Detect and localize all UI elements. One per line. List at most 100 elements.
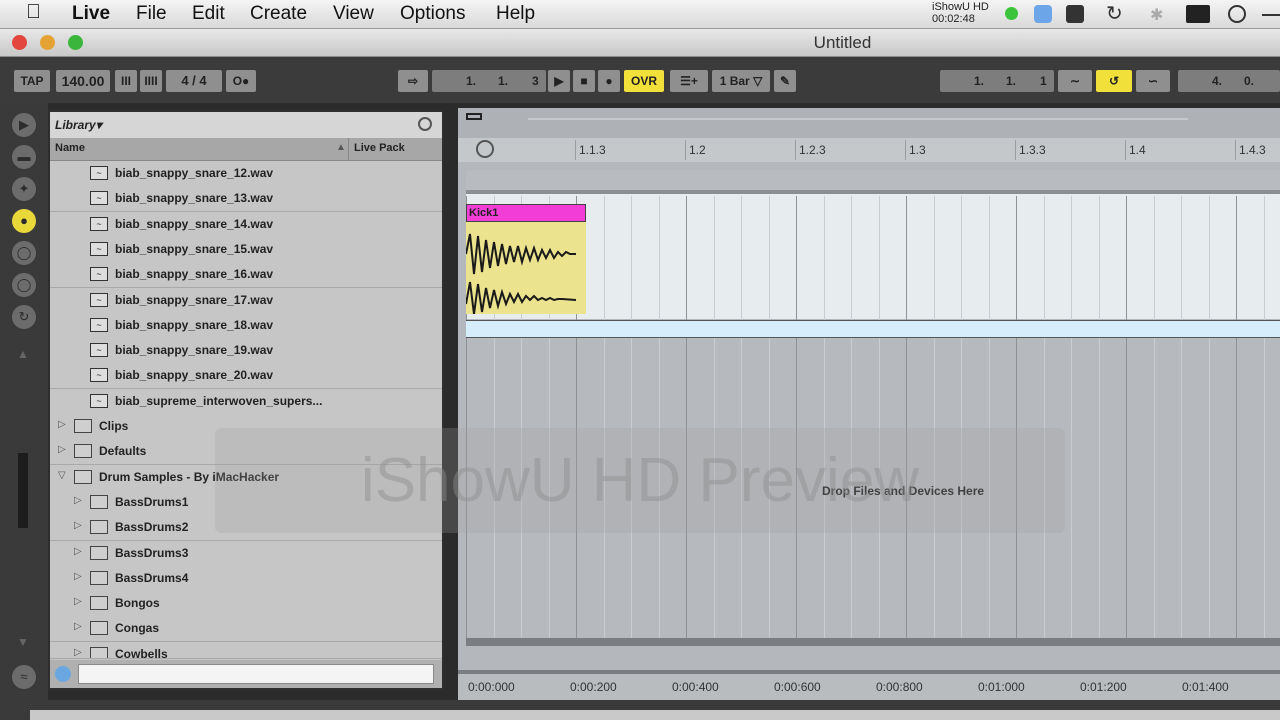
column-divider[interactable]	[348, 138, 349, 160]
sync-icon[interactable]: ↻	[1106, 4, 1124, 24]
punch-in-button[interactable]: ∼	[1058, 70, 1092, 92]
subfolder-row[interactable]: ▷ BassDrums3	[50, 540, 442, 567]
devices-browser-icon[interactable]: ▬	[12, 145, 36, 169]
quantize-value: 1 Bar	[719, 74, 750, 88]
subfolder-row[interactable]: ▷ Congas	[50, 616, 442, 643]
draw-mode-pencil-icon[interactable]: ✎	[774, 70, 796, 92]
chevron-down-icon: ▾	[95, 118, 102, 132]
chevron-right-icon[interactable]: ▷	[74, 495, 82, 506]
arrangement-view: 1.1.3 1.2 1.2.3 1.3 1.3.3 1.4 1.4.3 0:00:000 0:0…	[458, 108, 1280, 702]
overdub-button[interactable]: OVR	[624, 70, 664, 92]
subfolder-row[interactable]: ▷ Cowbells	[50, 641, 442, 659]
menu-options[interactable]: Options	[400, 3, 465, 25]
chevron-right-icon[interactable]: ▷	[58, 444, 66, 455]
menu-file[interactable]: File	[136, 3, 167, 25]
beat-label: 1.4	[1129, 143, 1146, 157]
chevron-right-icon[interactable]: ▷	[74, 596, 82, 607]
library-browser-icon[interactable]: ●	[12, 209, 36, 233]
column-header-name[interactable]: Name	[55, 142, 85, 154]
quantize-menu[interactable]: 1 Bar ▽	[712, 70, 770, 92]
audio-track-lane[interactable]	[466, 194, 1280, 319]
menu-create[interactable]: Create	[250, 3, 307, 25]
automation-arm-button[interactable]: ☰+	[670, 70, 708, 92]
beat-label: 1.3	[909, 143, 926, 157]
list-item[interactable]: ~ biab_snappy_snare_13.wav	[50, 186, 442, 213]
loop-length-field[interactable]: 4. 0.	[1178, 70, 1280, 92]
zoom-magnifier-icon[interactable]	[476, 140, 494, 158]
chevron-right-icon[interactable]: ▷	[74, 621, 82, 632]
places-1-icon[interactable]: ◯	[12, 241, 36, 265]
loop-start-beat: 1.	[1006, 74, 1017, 88]
browser-options-icon[interactable]	[418, 117, 432, 131]
stop-button[interactable]: ■	[573, 70, 595, 92]
play-button[interactable]: ▶	[548, 70, 570, 92]
folder-name: BassDrums4	[115, 570, 189, 585]
time-machine-icon[interactable]	[1228, 5, 1246, 23]
chevron-right-icon[interactable]: ▷	[74, 647, 82, 658]
display-icon[interactable]	[1186, 5, 1210, 23]
grid-line	[851, 196, 852, 638]
list-item[interactable]: ~ biab_snappy_snare_16.wav	[50, 262, 442, 289]
list-item[interactable]: ~ biab_snappy_snare_14.wav	[50, 211, 442, 238]
record-button[interactable]: ●	[598, 70, 620, 92]
bluetooth-icon[interactable]: ✱	[1150, 5, 1168, 24]
metronome-button[interactable]: O●	[226, 70, 256, 92]
apple-menu-icon[interactable]: 	[26, 1, 41, 24]
audio-file-icon: ~	[90, 191, 108, 206]
paw-icon[interactable]	[1066, 5, 1084, 23]
chevron-right-icon[interactable]: ▷	[58, 419, 66, 430]
overview-zoom-box[interactable]	[466, 113, 482, 120]
list-item[interactable]: ~ biab_snappy_snare_20.wav	[50, 363, 442, 390]
nudge-down-button[interactable]: III	[115, 70, 137, 92]
loop-start-field[interactable]: 1. 1. 1	[940, 70, 1054, 92]
column-header-live-pack[interactable]: Live Pack	[354, 142, 405, 154]
menu-app-live[interactable]: Live	[72, 3, 110, 25]
arrangement-position[interactable]: 1. 1. 3	[432, 70, 546, 92]
library-dropdown[interactable]: Library▾	[55, 118, 102, 132]
time-signature-field[interactable]: 4 / 4	[166, 70, 222, 92]
search-input[interactable]	[78, 664, 434, 684]
time-label: 0:00:600	[774, 680, 821, 694]
tap-tempo-button[interactable]: TAP	[14, 70, 50, 92]
plugins-browser-icon[interactable]: ✦	[12, 177, 36, 201]
grid-line	[796, 196, 797, 638]
search-icon[interactable]	[55, 666, 71, 682]
list-item[interactable]: ~ biab_supreme_interwoven_supers...	[50, 388, 442, 415]
clip-title-bar[interactable]: Kick1	[466, 204, 586, 222]
locator-strip[interactable]	[466, 170, 1280, 190]
network-icon[interactable]	[1034, 5, 1052, 23]
browser-scrollbar[interactable]	[18, 453, 28, 528]
list-item[interactable]: ~ biab_snappy_snare_17.wav	[50, 287, 442, 314]
play-preview-icon[interactable]: ▶	[12, 113, 36, 137]
tempo-field[interactable]: 140.00	[56, 70, 110, 92]
places-2-icon[interactable]: ◯	[12, 273, 36, 297]
sort-arrow-icon[interactable]: ▲	[336, 142, 346, 153]
menu-edit[interactable]: Edit	[192, 3, 225, 25]
menu-help[interactable]: Help	[496, 3, 535, 25]
track-automation-bar[interactable]	[466, 320, 1280, 338]
overview-strip[interactable]	[458, 108, 1280, 138]
audio-file-icon: ~	[90, 393, 108, 408]
list-item[interactable]: ~ biab_snappy_snare_19.wav	[50, 338, 442, 365]
follow-button[interactable]: ⇨	[398, 70, 428, 92]
transport-bar: TAP 140.00 III IIII 4 / 4 O● ⇨ 1. 1. 3 ▶…	[0, 57, 1280, 103]
menu-extra-icon[interactable]	[1262, 14, 1280, 16]
chevron-down-icon[interactable]: ▽	[58, 470, 66, 481]
nudge-up-button[interactable]: IIII	[140, 70, 162, 92]
menu-view[interactable]: View	[333, 3, 374, 25]
subfolder-row[interactable]: ▷ BassDrums4	[50, 565, 442, 592]
chevron-right-icon[interactable]: ▷	[74, 546, 82, 557]
scroll-up-arrow-icon[interactable]: ▲	[17, 347, 29, 361]
list-item[interactable]: ~ biab_snappy_snare_15.wav	[50, 236, 442, 263]
list-item[interactable]: ~ biab_snappy_snare_18.wav	[50, 312, 442, 339]
subfolder-row[interactable]: ▷ Bongos	[50, 591, 442, 618]
folder-icon	[90, 545, 108, 560]
loop-switch-button[interactable]: ↺	[1096, 70, 1132, 92]
list-item[interactable]: ~ biab_snappy_snare_12.wav	[50, 161, 442, 187]
hide-browser-icon[interactable]: ≈	[12, 665, 36, 689]
chevron-right-icon[interactable]: ▷	[74, 520, 82, 531]
places-3-icon[interactable]: ↻	[12, 305, 36, 329]
chevron-right-icon[interactable]: ▷	[74, 571, 82, 582]
scroll-down-arrow-icon[interactable]: ▼	[17, 635, 29, 649]
punch-out-button[interactable]: ∽	[1136, 70, 1170, 92]
